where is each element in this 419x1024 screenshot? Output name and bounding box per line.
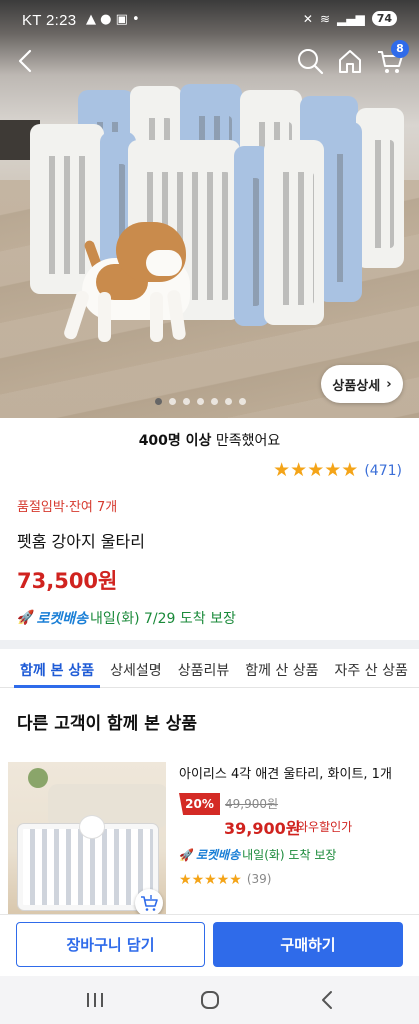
back-arrow-icon[interactable] — [12, 46, 40, 76]
delivery-date: 내일(화) 7/29 도착 보장 — [89, 611, 236, 627]
home-button-icon[interactable] — [195, 988, 225, 1012]
star-icon: ★ — [179, 872, 192, 888]
gallery-dot[interactable] — [239, 398, 246, 405]
gallery-dot[interactable] — [197, 398, 204, 405]
discount-badge: 20% — [179, 793, 220, 815]
satisfaction-summary: 400명 이상 만족했어요 — [0, 430, 419, 450]
rocket-icon: 🚀 — [179, 847, 194, 862]
star-icon: ★ — [191, 872, 205, 888]
tab-reviews[interactable]: 상품리뷰 — [178, 650, 230, 687]
delivery-info: 🚀 로켓배송 내일(화) 7/29 도착 보장 — [17, 608, 236, 628]
recommended-price: 39,900원 — [224, 819, 301, 838]
mute-icon: ✕ — [302, 11, 313, 26]
gallery-dot[interactable] — [211, 398, 218, 405]
price-note: 와우할인가 — [297, 820, 353, 834]
review-count: (39) — [246, 871, 272, 886]
battery-icon: 74 — [371, 11, 397, 26]
rocket-delivery-badge: 로켓배송 — [195, 848, 241, 862]
star-icon: ★ — [204, 872, 217, 888]
cart-count-badge: 8 — [391, 40, 409, 58]
product-detail-label: 상품상세 — [332, 378, 381, 394]
tab-viewed-together[interactable]: 함께 본 상품 — [13, 650, 101, 688]
plant-decoration — [28, 768, 48, 788]
chevron-right-icon: › — [386, 376, 392, 392]
gallery-dot[interactable] — [155, 398, 162, 405]
satisfaction-count: 400명 이상 — [138, 433, 212, 449]
product-detail-button[interactable]: 상품상세 › — [321, 365, 403, 403]
dog-photo — [80, 816, 104, 838]
review-count[interactable]: (471) — [364, 463, 402, 479]
buy-now-button[interactable]: 구매하기 — [213, 922, 403, 967]
product-rating[interactable]: ★★★★★ (471) — [273, 461, 402, 480]
product-price: 73,500원 — [17, 569, 118, 593]
rating-stars: ★★★★★ — [179, 869, 242, 888]
recommended-product-title[interactable]: 아이리스 4각 애견 울타리, 화이트, 1개 — [179, 763, 392, 782]
rocket-icon: 🚀 — [17, 610, 35, 626]
product-image-gallery[interactable]: KT 2:23 ▲ ● ▣ • ✕ ≋ ▂▄▆ 74 8 상품상세 › — [0, 0, 419, 418]
signal-icon: ▂▄▆ — [337, 11, 365, 26]
gallery-dot[interactable] — [183, 398, 190, 405]
recommended-rating: ★★★★★ (39) — [179, 869, 271, 888]
star-icon: ★ — [273, 459, 291, 481]
original-price: 49,900원 — [225, 797, 279, 811]
satisfaction-text: 만족했어요 — [211, 433, 281, 449]
stock-notice: 품절임박·잔여 7개 — [17, 500, 118, 515]
tab-bought-together[interactable]: 함께 산 상품 — [245, 650, 318, 687]
search-icon[interactable] — [295, 46, 325, 76]
delivery-date: 내일(화) 도착 보장 — [242, 848, 337, 862]
star-icon: ★ — [216, 872, 230, 888]
recommended-delivery: 🚀 로켓배송 내일(화) 도착 보장 — [179, 846, 336, 863]
section-title: 다른 고객이 함께 본 상품 — [17, 714, 198, 734]
gallery-dot[interactable] — [225, 398, 232, 405]
section-divider — [0, 640, 419, 649]
tab-frequently-bought[interactable]: 자주 산 상품 — [335, 650, 408, 687]
notification-icons: ▲ ● ▣ • — [86, 12, 140, 27]
star-icon: ★ — [229, 872, 242, 888]
star-icon: ★ — [290, 459, 308, 481]
back-button-icon[interactable] — [313, 988, 343, 1012]
rocket-delivery-badge: 로켓배송 — [36, 611, 88, 627]
home-icon[interactable] — [335, 46, 365, 76]
gallery-pagination-dots — [155, 398, 246, 405]
detail-tabs: 함께 본 상품 상세설명 상품리뷰 함께 산 상품 자주 산 상품 — [0, 650, 419, 688]
product-title: 펫홈 강아지 울타리 — [17, 532, 145, 551]
add-to-cart-button[interactable]: 장바구니 담기 — [16, 922, 205, 967]
star-icon: ★ — [324, 459, 342, 481]
system-navigation-bar — [0, 976, 419, 1024]
add-to-cart-icon[interactable] — [135, 889, 163, 917]
gallery-dot[interactable] — [169, 398, 176, 405]
star-icon: ★ — [307, 459, 325, 481]
sofa-decoration — [48, 784, 166, 828]
recent-apps-icon[interactable] — [80, 988, 110, 1012]
status-system-icons: ✕ ≋ ▂▄▆ 74 — [303, 11, 397, 26]
rating-stars: ★★★★★ — [273, 461, 358, 480]
status-bar: KT 2:23 ▲ ● ▣ • ✕ ≋ ▂▄▆ 74 — [0, 0, 419, 40]
status-carrier-time: KT 2:23 — [22, 12, 77, 29]
wifi-icon: ≋ — [319, 11, 330, 26]
star-icon: ★ — [341, 459, 359, 481]
tab-description[interactable]: 상세설명 — [110, 650, 162, 687]
